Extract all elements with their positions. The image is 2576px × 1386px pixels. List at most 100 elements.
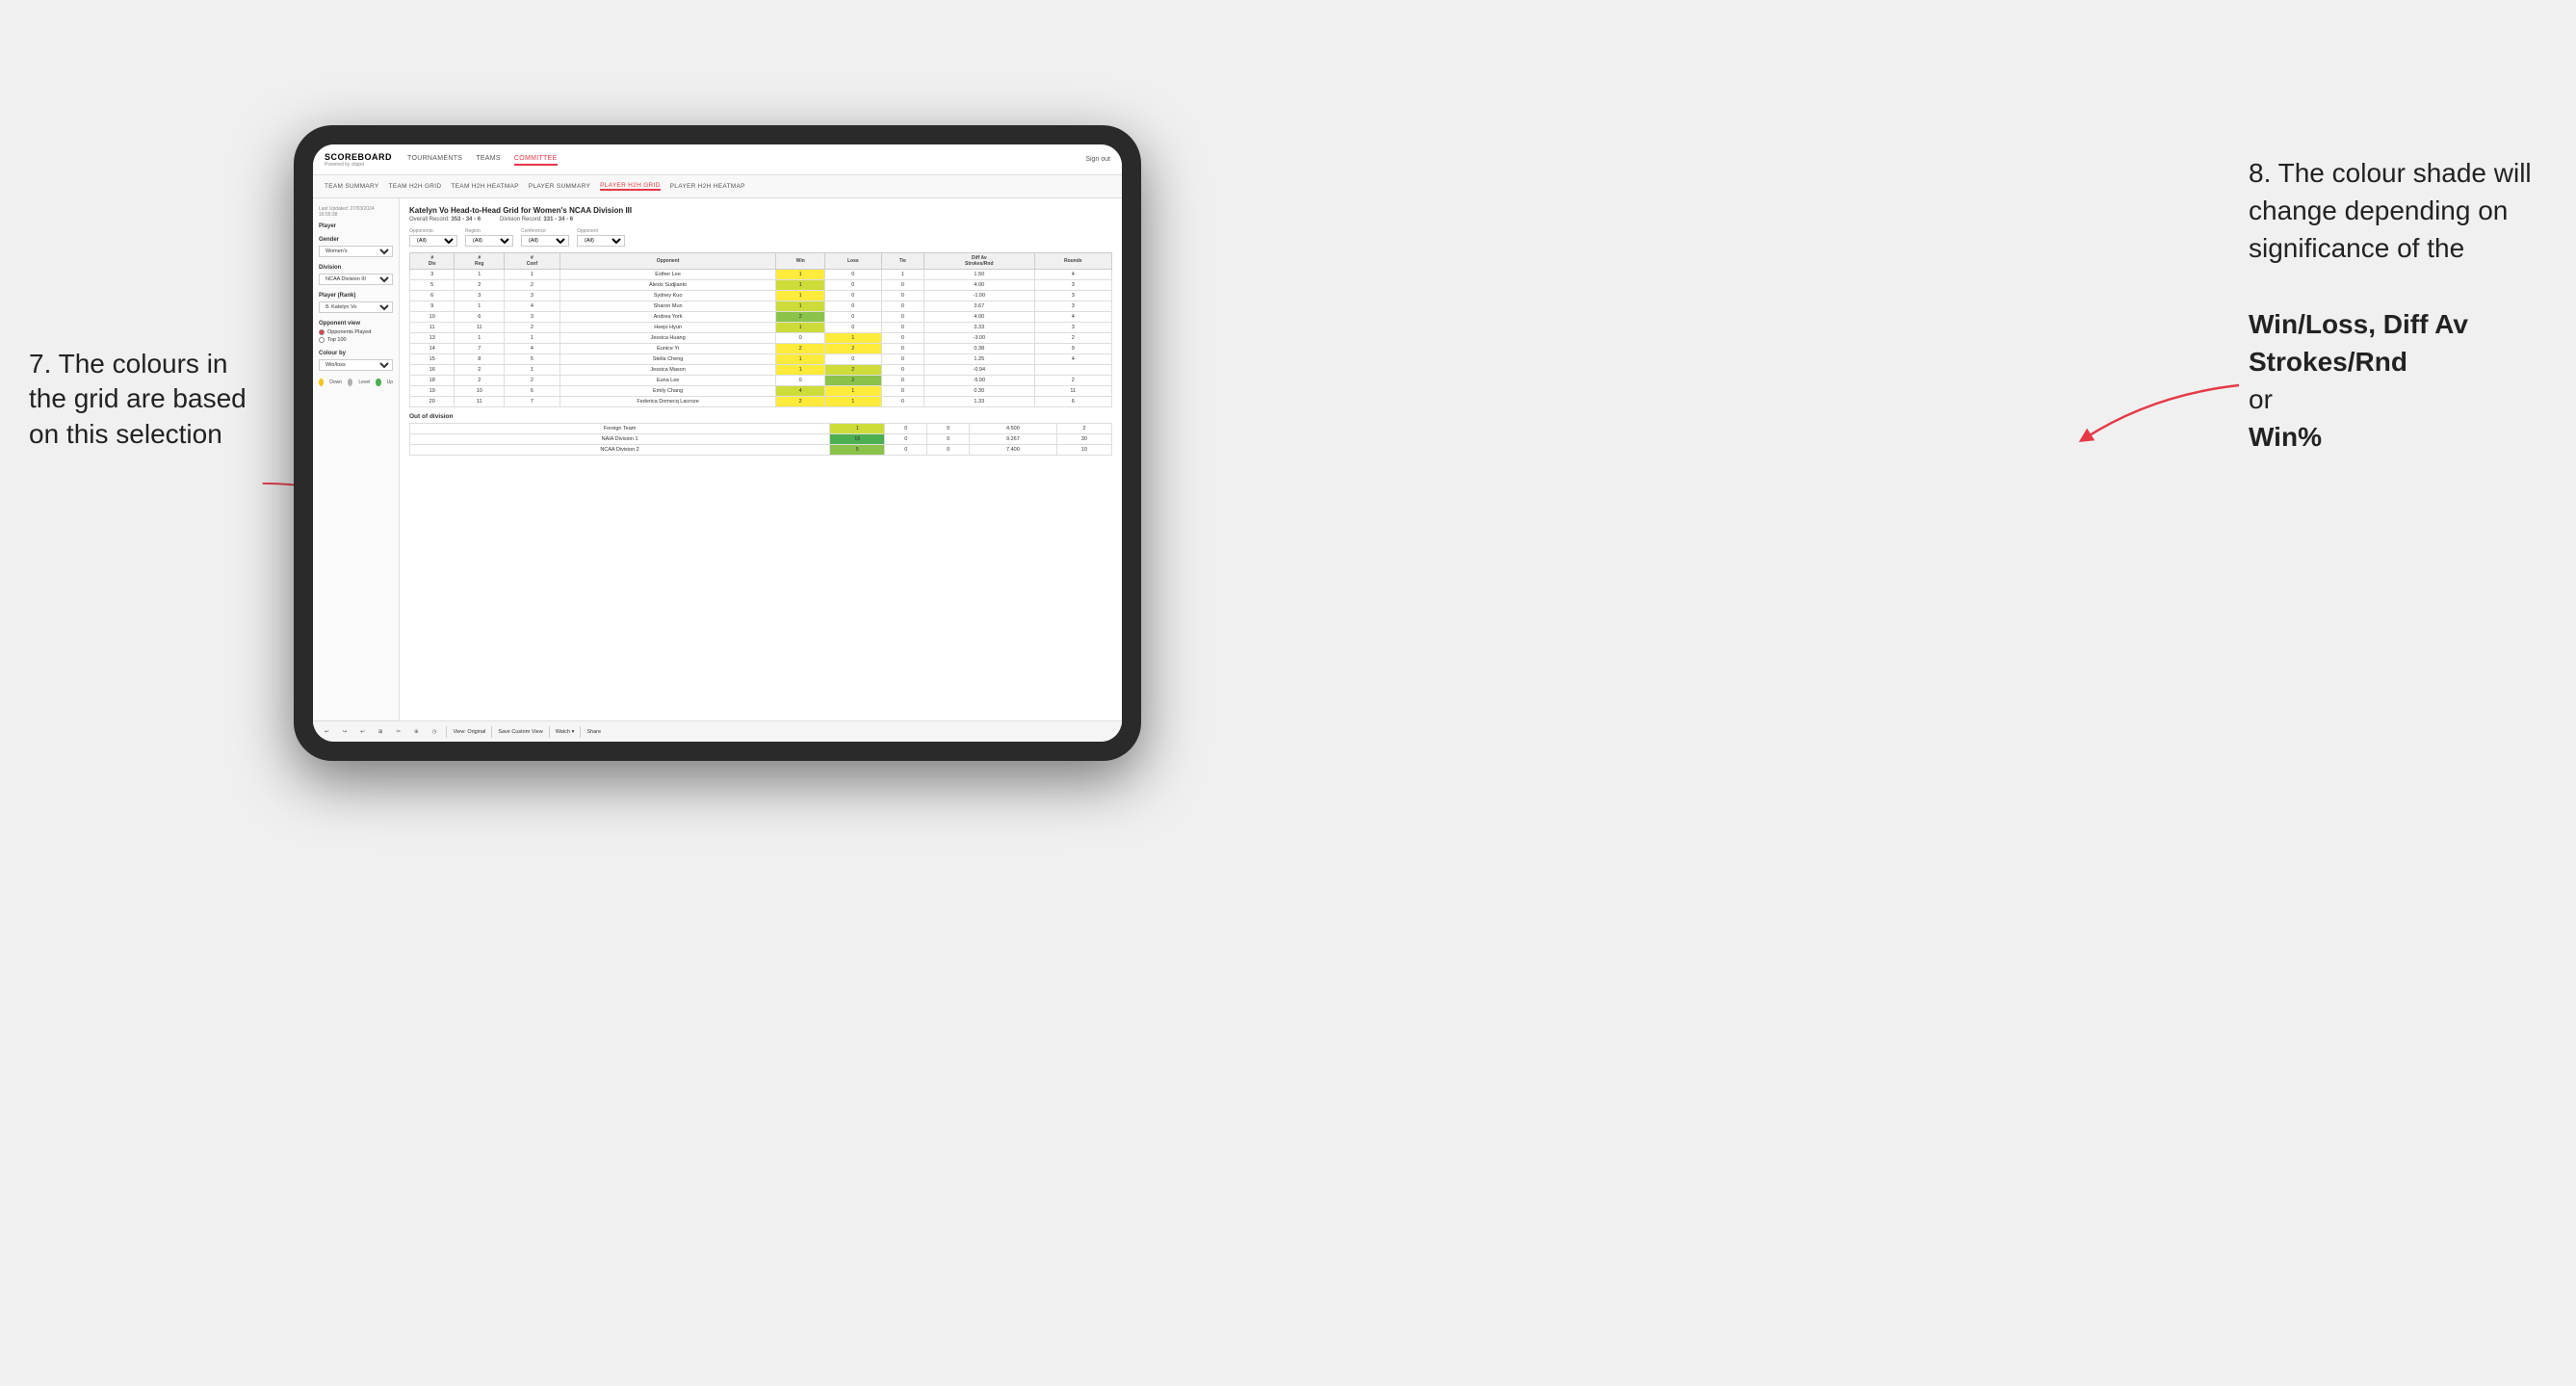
toolbar-share[interactable]: Share (586, 729, 601, 735)
region-filter-select[interactable]: (All) (465, 235, 513, 247)
cell-opponent: Sydney Kuo (559, 291, 776, 301)
subnav-player-h2h-grid[interactable]: PLAYER H2H GRID (600, 182, 661, 191)
radio-label-top100: Top 100 (327, 337, 347, 343)
table-row: 11 11 2 Heejo Hyun 1 0 0 3.33 3 (410, 323, 1112, 333)
toolbar-add[interactable]: ⊕ (410, 727, 423, 737)
cell-opponent: Heejo Hyun (559, 323, 776, 333)
filter-conference-label: Conference (521, 228, 569, 234)
toolbar-undo[interactable]: ↩ (321, 727, 333, 737)
cell-reg: 1 (455, 270, 505, 280)
cell-opponent: Emily Chang (559, 386, 776, 397)
cell-tie: 0 (881, 291, 924, 301)
grid-subtitle: Overall Record: 353 - 34 - 6 Division Re… (409, 217, 1112, 222)
radio-top100[interactable]: Top 100 (319, 337, 393, 343)
cell-loss: 1 (825, 386, 882, 397)
out-of-division-table: Foreign Team 1 0 0 4.500 2 NAIA Division… (409, 423, 1112, 456)
cell-tie: 0 (881, 397, 924, 407)
cell-win: 0 (776, 333, 825, 344)
legend-level-dot (348, 379, 352, 386)
filter-opponent-label: Opponent (577, 228, 625, 234)
toolbar-undo2[interactable]: ↩ (356, 727, 369, 737)
division-select[interactable]: NCAA Division III (319, 274, 393, 285)
cell-win: 1 (776, 291, 825, 301)
cell-conf: 1 (505, 270, 560, 280)
ood-cell-diff: 9.267 (970, 434, 1057, 445)
nav-sign-out[interactable]: Sign out (1085, 156, 1110, 163)
toolbar-save-custom[interactable]: Save Custom View (498, 729, 542, 735)
table-row: 14 7 4 Eunice Yi 2 2 0 0.38 9 (410, 344, 1112, 354)
cell-reg: 11 (455, 323, 505, 333)
subnav-player-h2h-heatmap[interactable]: PLAYER H2H HEATMAP (670, 183, 745, 190)
table-row: 10 6 3 Andrea York 2 0 0 4.00 4 (410, 312, 1112, 323)
colour-by-select[interactable]: Win/loss (319, 359, 393, 371)
cell-tie: 1 (881, 270, 924, 280)
nav-tournaments[interactable]: TOURNAMENTS (407, 153, 462, 166)
toolbar-view-original[interactable]: View: Original (453, 729, 485, 735)
sidebar-player-section: Player (319, 223, 393, 229)
col-reg: #Reg (455, 253, 505, 270)
nav-committee[interactable]: COMMITTEE (514, 153, 558, 166)
cell-loss: 0 (825, 270, 882, 280)
col-win: Win (776, 253, 825, 270)
legend-down-dot (319, 379, 324, 386)
cell-div: 20 (410, 397, 455, 407)
subnav-team-summary[interactable]: TEAM SUMMARY (325, 183, 379, 190)
legend-down-label: Down (329, 379, 342, 385)
cell-tie: 0 (881, 333, 924, 344)
opponents-filter-select[interactable]: (All) (409, 235, 457, 247)
cell-rounds: 4 (1034, 354, 1111, 365)
cell-opponent: Jessica Mason (559, 365, 776, 376)
ood-cell-rounds: 30 (1056, 434, 1111, 445)
cell-diff: -5.00 (924, 376, 1034, 386)
toolbar-watch[interactable]: Watch ▾ (556, 729, 575, 735)
toolbar-cut[interactable]: ✂ (392, 727, 404, 737)
toolbar-grid[interactable]: ⊞ (375, 727, 387, 737)
table-row: 20 11 7 Federica Domecq Lacroze 2 1 0 1.… (410, 397, 1112, 407)
gender-select[interactable]: Women's (319, 246, 393, 257)
cell-win: 1 (776, 323, 825, 333)
conference-filter-select[interactable]: (All) (521, 235, 569, 247)
logo-sub: Powered by clippd (325, 162, 392, 168)
grid-title: Katelyn Vo Head-to-Head Grid for Women's… (409, 206, 1112, 215)
cell-div: 13 (410, 333, 455, 344)
sidebar-player-rank-section: Player (Rank) 8. Katelyn Vo (319, 293, 393, 313)
cell-diff: -3.00 (924, 333, 1034, 344)
cell-tie: 0 (881, 323, 924, 333)
cell-loss: 0 (825, 323, 882, 333)
cell-div: 10 (410, 312, 455, 323)
player-rank-select[interactable]: 8. Katelyn Vo (319, 301, 393, 313)
cell-loss: 0 (825, 280, 882, 291)
ood-cell-loss: 0 (885, 445, 927, 456)
cell-diff: -1.00 (924, 291, 1034, 301)
cell-div: 14 (410, 344, 455, 354)
cell-reg: 8 (455, 354, 505, 365)
subnav-team-h2h-heatmap[interactable]: TEAM H2H HEATMAP (451, 183, 518, 190)
toolbar-sep1 (446, 726, 447, 738)
sidebar-player-rank-label: Player (Rank) (319, 293, 393, 299)
toolbar-time[interactable]: ◷ (429, 727, 441, 737)
ood-cell-tie: 0 (927, 445, 970, 456)
cell-conf: 6 (505, 386, 560, 397)
nav-teams[interactable]: TEAMS (476, 153, 501, 166)
toolbar-redo[interactable]: ↪ (339, 727, 351, 737)
subnav-team-h2h-grid[interactable]: TEAM H2H GRID (389, 183, 442, 190)
cell-rounds: 2 (1034, 333, 1111, 344)
cell-win: 2 (776, 312, 825, 323)
col-diff: Diff AvStrokes/Rnd (924, 253, 1034, 270)
cell-diff: 3.67 (924, 301, 1034, 312)
ood-cell-diff: 4.500 (970, 424, 1057, 434)
opponent-filter-select[interactable]: (All) (577, 235, 625, 247)
cell-reg: 7 (455, 344, 505, 354)
subnav-player-summary[interactable]: PLAYER SUMMARY (529, 183, 590, 190)
cell-diff: 0.38 (924, 344, 1034, 354)
filter-region: Region (All) (465, 228, 513, 247)
cell-loss: 0 (825, 312, 882, 323)
col-loss: Loss (825, 253, 882, 270)
ood-cell-rounds: 10 (1056, 445, 1111, 456)
radio-opponents-played[interactable]: Opponents Played (319, 329, 393, 335)
cell-loss: 0 (825, 354, 882, 365)
cell-loss: 2 (825, 344, 882, 354)
toolbar-sep3 (549, 726, 550, 738)
filter-opponent: Opponent (All) (577, 228, 625, 247)
cell-div: 3 (410, 270, 455, 280)
